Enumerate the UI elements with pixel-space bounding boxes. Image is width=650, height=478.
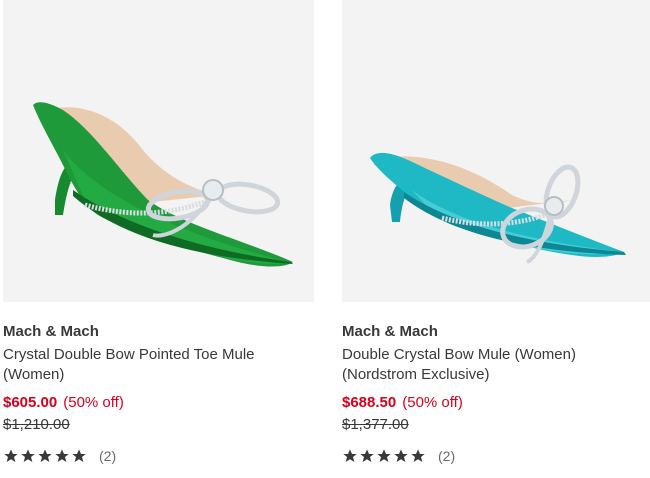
star-icon (38, 449, 52, 462)
product-brand[interactable]: Mach & Mach (3, 323, 314, 341)
rating[interactable]: (2) (3, 448, 314, 464)
star-rating (342, 448, 426, 464)
product-card[interactable]: Mach & Mach Crystal Double Bow Pointed T… (3, 0, 314, 464)
star-icon (21, 449, 35, 462)
green-mule-shoe-image (33, 102, 293, 267)
star-icon (377, 449, 391, 462)
star-icon (360, 449, 374, 462)
rating[interactable]: (2) (342, 448, 650, 464)
review-count: (2) (438, 448, 456, 464)
product-brand[interactable]: Mach & Mach (342, 323, 650, 341)
star-icon (411, 449, 425, 462)
discount-label: (50% off) (63, 394, 124, 411)
original-price: $1,210.00 (3, 416, 70, 433)
star-icon (4, 449, 18, 462)
product-name[interactable]: Double Crystal Bow Mule (Women) (Nordstr… (342, 345, 642, 385)
star-icon (55, 449, 69, 462)
sale-price: $688.50 (342, 394, 397, 411)
product-grid: Mach & Mach Crystal Double Bow Pointed T… (0, 0, 650, 478)
product-image[interactable] (3, 0, 314, 302)
price-row: $688.50 (50% off) (342, 394, 650, 412)
discount-label: (50% off) (402, 394, 463, 411)
star-icon (394, 449, 408, 462)
product-card[interactable]: Mach & Mach Double Crystal Bow Mule (Wom… (342, 0, 650, 464)
sale-price: $605.00 (3, 394, 58, 411)
star-icon (72, 449, 86, 462)
turquoise-mule-shoe-image (370, 152, 626, 264)
product-image[interactable] (342, 0, 650, 302)
star-icon (343, 449, 357, 462)
price-row: $605.00 (50% off) (3, 394, 314, 412)
review-count: (2) (99, 448, 117, 464)
original-price: $1,377.00 (342, 416, 409, 433)
product-name[interactable]: Crystal Double Bow Pointed Toe Mule (Wom… (3, 345, 303, 385)
star-rating (3, 448, 87, 464)
